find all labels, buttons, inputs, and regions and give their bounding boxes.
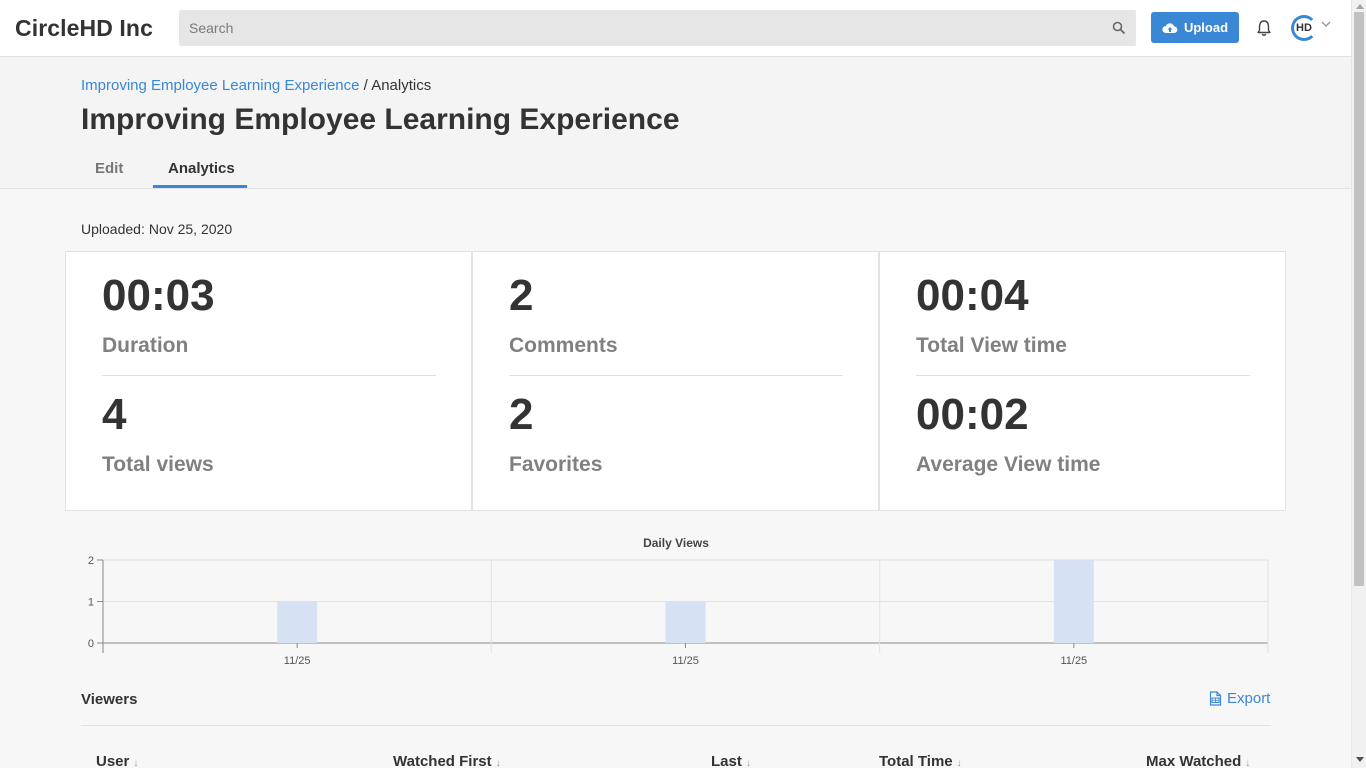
stat-card-duration-views: 00:03 Duration 4 Total views [65,251,472,511]
favorites-value: 2 [509,390,534,439]
chart-title: Daily Views [643,536,709,550]
column-header-watched-first[interactable]: Watched First ↓ [393,753,501,768]
favorites-label: Favorites [509,453,603,476]
export-label: Export [1227,690,1271,707]
top-navbar: CircleHD Inc Upload HD [0,0,1351,57]
total-views-label: Total views [102,453,214,476]
card-divider [916,375,1250,376]
stat-card-view-time: 00:04 Total View time 00:02 Average View… [879,251,1286,511]
total-view-time-value: 00:04 [916,271,1029,320]
chart-bar [1053,560,1094,643]
upload-label: Upload [1183,20,1229,35]
avatar-initials: HD [1296,22,1312,34]
y-tick-label: 0 [88,638,94,650]
sort-arrow-icon: ↓ [133,758,139,768]
chart-y-axis: 0 1 2 [88,555,103,650]
uploaded-date: Uploaded: Nov 25, 2020 [81,221,232,237]
column-header-total-time[interactable]: Total Time ↓ [879,753,962,768]
sort-arrow-icon: ↓ [495,758,501,768]
uploaded-label: Uploaded: [81,221,145,237]
column-header-last[interactable]: Last ↓ [711,753,751,768]
comments-label: Comments [509,334,618,357]
scroll-thumb[interactable] [1354,12,1364,586]
sort-arrow-icon: ↓ [1245,758,1251,768]
breadcrumb-parent-link[interactable]: Improving Employee Learning Experience [81,77,360,94]
tab-bar: Edit Analytics [80,152,247,188]
chart-bar [277,601,318,643]
y-tick-label: 1 [88,597,94,609]
average-view-time-value: 00:02 [916,390,1029,439]
sort-arrow-icon: ↓ [745,758,751,768]
avatar[interactable]: HD [1291,15,1317,41]
total-view-time-label: Total View time [916,334,1067,357]
column-header-max-watched[interactable]: Max Watched ↓ [1146,753,1250,768]
tab-edit[interactable]: Edit [80,152,138,188]
breadcrumb: Improving Employee Learning Experience /… [81,77,431,94]
export-file-icon [1209,691,1222,706]
x-tick-label: 11/25 [1060,655,1087,667]
search-input[interactable] [179,10,1136,46]
viewers-divider [81,725,1271,726]
comments-value: 2 [509,271,534,320]
chevron-down-icon[interactable] [1321,20,1331,28]
y-tick-label: 2 [88,555,94,567]
page-title: Improving Employee Learning Experience [81,103,680,136]
duration-value: 00:03 [102,271,215,320]
column-label: Watched First [393,753,492,768]
page-scrollbar[interactable] [1351,0,1366,768]
bell-icon[interactable] [1256,19,1272,37]
average-view-time-label: Average View time [916,453,1101,476]
export-link[interactable]: Export [1209,690,1270,707]
search-icon[interactable] [1112,21,1126,35]
upload-button[interactable]: Upload [1151,12,1239,43]
column-label: User [96,753,130,768]
column-label: Max Watched [1146,753,1242,768]
stat-card-comments-favorites: 2 Comments 2 Favorites [472,251,879,511]
card-divider [509,375,843,376]
column-header-user[interactable]: User ↓ [96,753,138,768]
brand-logo[interactable]: CircleHD Inc [15,15,153,42]
viewers-heading: Viewers [81,691,138,708]
chart-x-axis: 11/25 11/25 11/25 [284,643,1087,667]
column-label: Total Time [879,753,953,768]
card-divider [102,375,436,376]
search-bar[interactable] [179,10,1136,46]
chart-bar [665,601,706,643]
breadcrumb-current: Analytics [371,77,432,94]
uploaded-value: Nov 25, 2020 [148,221,233,237]
breadcrumb-separator: / [363,77,368,94]
column-label: Last [711,753,742,768]
tab-analytics[interactable]: Analytics [153,152,247,188]
duration-label: Duration [102,334,189,357]
scroll-down-arrow[interactable] [1356,757,1364,762]
total-views-value: 4 [102,390,127,439]
sort-arrow-icon: ↓ [956,758,962,768]
cloud-upload-icon [1162,22,1178,33]
scroll-up-arrow[interactable] [1356,4,1364,9]
x-tick-label: 11/25 [284,655,311,667]
daily-views-chart: Daily Views 0 1 2 11/25 11/25 11/25 [88,536,1269,667]
x-tick-label: 11/25 [672,655,699,667]
